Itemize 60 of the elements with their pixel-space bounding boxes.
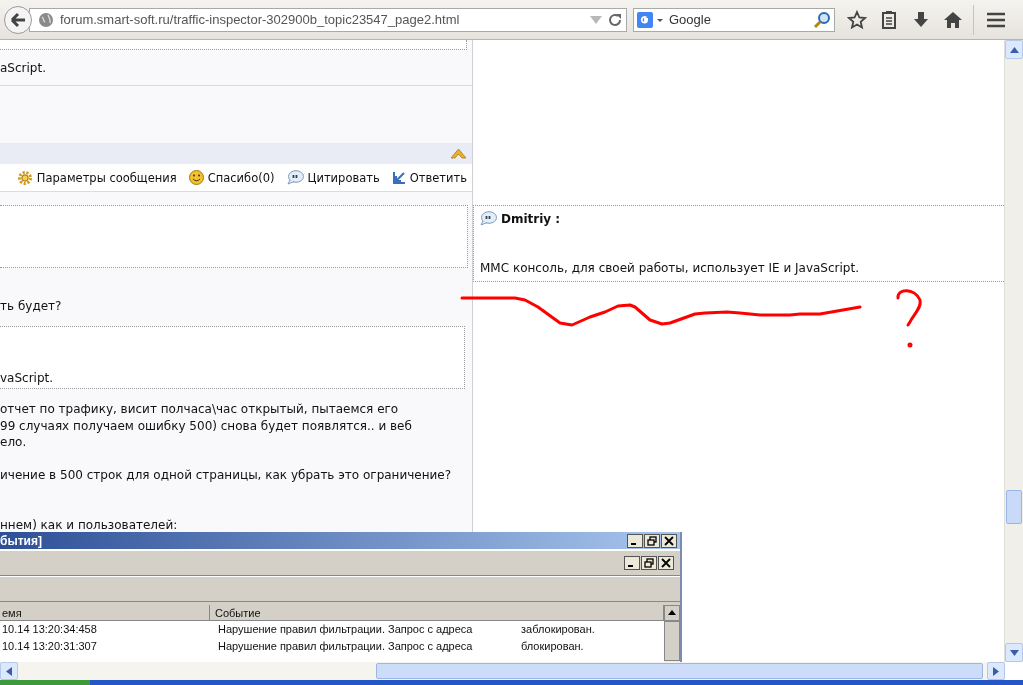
reply-arrow-icon	[391, 170, 406, 185]
post-text: ть будет?	[0, 299, 62, 313]
scroll-left-button[interactable]	[0, 662, 18, 680]
post-text: отчет по трафику, висит полчаса\час открытый, пытаемся его	[0, 402, 399, 416]
star-icon[interactable]	[847, 9, 867, 30]
scroll-up-button[interactable]	[664, 605, 680, 621]
minimize-button[interactable]	[627, 533, 643, 548]
list-scrollbar[interactable]	[664, 605, 680, 662]
speech-bubble-icon	[480, 211, 497, 226]
horizontal-scrollbar[interactable]	[0, 662, 1005, 680]
home-icon[interactable]	[943, 9, 963, 30]
post-text: aScript.	[0, 60, 46, 75]
table-cell-text: 10.14 13:20:34:458	[1, 622, 98, 637]
up-arrow-icon	[1009, 46, 1019, 53]
quote-text: vaScript.	[0, 371, 54, 385]
url-text: forum.smart-soft.ru/traffic-inspector-302900b_topic23547_page2.html	[60, 12, 461, 27]
back-button[interactable]	[3, 4, 33, 35]
post-action-link[interactable]: Цитировать	[286, 170, 380, 185]
clipboard-icon[interactable]	[879, 9, 899, 30]
table-cell-text: Нарушение правил фильтрации. Запрос с адреса	[218, 622, 474, 637]
table-cell-text: заблокирован.	[521, 622, 595, 637]
quote-text: MMC консоль, для своей работы, использует IE и JavaScript.	[480, 261, 860, 275]
window-title: бытия]	[0, 533, 42, 548]
search-engine-icon[interactable]	[637, 11, 665, 28]
down-arrow-icon	[1009, 649, 1019, 656]
close-button[interactable]	[658, 556, 674, 570]
globe-icon	[38, 11, 54, 28]
restore-button[interactable]	[644, 533, 660, 548]
column-header[interactable]: емя	[0, 605, 210, 621]
address-bar[interactable]: forum.smart-soft.ru/traffic-inspector-302900b_topic23547_page2.html	[29, 7, 627, 32]
restore-button[interactable]	[641, 556, 657, 570]
vertical-scrollbar[interactable]	[1004, 40, 1023, 662]
search-icon[interactable]	[813, 10, 831, 29]
quote-author: Dmitriy :	[501, 211, 561, 226]
reload-icon[interactable]	[608, 12, 622, 27]
post-action-link[interactable]: Ответить	[391, 170, 467, 185]
post-text: ело.	[0, 435, 27, 450]
scroll-thumb[interactable]	[664, 621, 680, 661]
scroll-thumb[interactable]	[376, 663, 983, 679]
right-arrow-icon	[993, 666, 999, 676]
post-text: ннем) как и пользователей:	[0, 518, 178, 533]
post-action-link[interactable]: Спасибо(0)	[188, 170, 275, 185]
minimize-button[interactable]	[624, 556, 640, 570]
scroll-down-button[interactable]	[1005, 643, 1023, 662]
table-cell-text: 10.14 13:20:31:307	[1, 639, 98, 654]
left-arrow-icon	[6, 666, 12, 676]
menu-icon[interactable]	[986, 11, 1006, 28]
scroll-right-button[interactable]	[987, 662, 1005, 680]
post-text: 99 случаях получаем ошибку 500) снова будет появлятся.. и веб	[0, 418, 412, 433]
close-button[interactable]	[661, 533, 677, 548]
column-header[interactable]: Событие	[210, 605, 664, 621]
scroll-thumb[interactable]	[1006, 490, 1022, 524]
speech-bubble-icon	[286, 170, 304, 185]
smiley-icon	[188, 170, 204, 185]
table-cell-text: Нарушение правил фильтрации. Запрос с адреса	[218, 639, 474, 654]
gear-icon	[16, 169, 33, 186]
post-action-link[interactable]: Параметры сообщения	[16, 169, 177, 186]
post-text: ичение в 500 строк для одной страницы, как убрать это ограничение?	[0, 468, 452, 483]
table-cell-text: блокирован.	[521, 639, 584, 654]
search-bar[interactable]: Google	[633, 7, 835, 32]
